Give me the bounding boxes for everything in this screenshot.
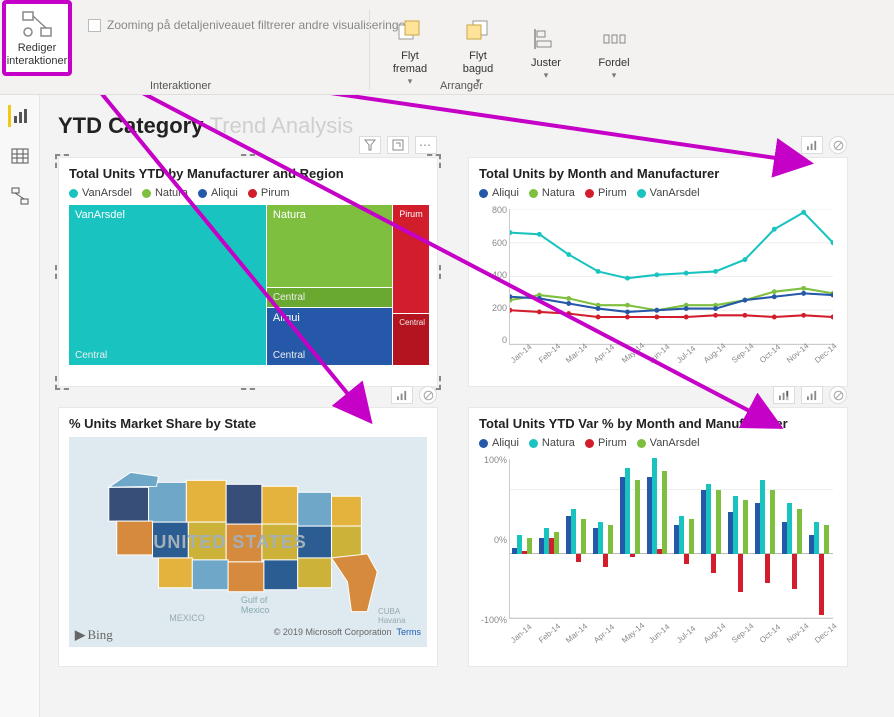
chevron-down-icon: ▾ [408, 76, 413, 87]
map-visual[interactable]: % Units Market Share by State [58, 407, 438, 667]
group-arrange-label: Arranger [440, 80, 483, 92]
barchart-title: Total Units YTD Var % by Month and Manuf… [479, 416, 837, 431]
treemap-cell-label: VanArsdel [75, 209, 260, 221]
barchart-plot [509, 459, 833, 619]
treemap-body[interactable]: VanArsdel Central Natura Central Aliqui [69, 205, 427, 365]
legend-item[interactable]: Pirum [585, 187, 627, 199]
treemap-cell-label: Pirum [399, 209, 423, 219]
interaction-controls [801, 136, 847, 154]
legend-item[interactable]: Natura [529, 437, 575, 449]
barchart-body[interactable]: 100% 0% -100% Jan-14Feb-14Mar-14Apr-14Ma… [479, 455, 837, 645]
highlight-interaction-icon[interactable] [773, 386, 795, 404]
legend-item[interactable]: Pirum [585, 437, 627, 449]
title-main: YTD Category [58, 113, 203, 138]
report-view-button[interactable] [8, 105, 32, 127]
title-sub: Trend Analysis [210, 113, 353, 138]
drill-filters-label: Zooming på detaljeniveauet filtrerer and… [107, 18, 409, 32]
interaction-controls [773, 386, 847, 404]
legend-item[interactable]: VanArsdel [69, 187, 132, 199]
send-backward-icon [465, 16, 491, 48]
group-interactions-label: Interaktioner [150, 80, 211, 92]
legend-item[interactable]: Aliqui [479, 437, 519, 449]
treemap-cell-sub: Central [399, 318, 423, 327]
linechart-visual[interactable]: Total Units by Month and Manufacturer Al… [468, 157, 848, 387]
barchart-legend: Aliqui Natura Pirum VanArsdel [479, 437, 837, 449]
treemap-legend: VanArsdel Natura Aliqui Pirum [69, 187, 427, 199]
bing-logo: Bing [88, 627, 113, 642]
treemap-visual[interactable]: ⋯ Total Units YTD by Manufacturer and Re… [58, 157, 438, 387]
map-cuba-label: CUBA Havana [378, 607, 406, 625]
visuals-grid: ⋯ Total Units YTD by Manufacturer and Re… [58, 157, 882, 667]
barchart-x-axis: Jan-14Feb-14Mar-14Apr-14May-14Jun-14Jul-… [509, 638, 833, 647]
none-interaction-icon[interactable] [829, 386, 847, 404]
align-icon [534, 23, 558, 55]
linechart-plot [509, 209, 833, 345]
linechart-y-axis: 8006004002000 [479, 205, 507, 345]
send-backward-button[interactable]: Flyt bagud ▾ [448, 8, 508, 89]
drill-filters-checkbox[interactable]: Zooming på detaljeniveauet filtrerer and… [88, 18, 409, 32]
interactions-icon [21, 8, 53, 40]
linechart-body[interactable]: 8006004002000 Jan-14Feb-14Mar-14Apr-14Ma… [479, 205, 837, 365]
treemap-cell-label: Aliqui [273, 312, 386, 324]
send-backward-label: Flyt bagud [463, 50, 494, 76]
barchart-visual[interactable]: Total Units YTD Var % by Month and Manuf… [468, 407, 848, 667]
treemap-cell-sub: Central [273, 292, 386, 303]
page-title: YTD Category Trend Analysis [58, 105, 882, 157]
visual-header: ⋯ [359, 136, 437, 154]
legend-item[interactable]: Pirum [248, 187, 290, 199]
model-view-button[interactable] [8, 185, 32, 207]
legend-item[interactable]: Natura [142, 187, 188, 199]
barchart-y-axis: 100% 0% -100% [479, 455, 507, 625]
more-options-icon[interactable]: ⋯ [415, 136, 437, 154]
map-footer: ▶ Bing © 2019 Microsoft Corporation Term… [75, 627, 421, 643]
distribute-button[interactable]: Fordel ▾ [584, 8, 644, 89]
map-gulf-label: Gulf of Mexico [241, 595, 270, 615]
linechart-title: Total Units by Month and Manufacturer [479, 166, 837, 181]
map-copyright: © 2019 Microsoft Corporation [274, 627, 392, 637]
data-view-button[interactable] [8, 145, 32, 167]
treemap-cell-label: Natura [273, 209, 386, 221]
align-label: Juster [531, 57, 561, 70]
filter-interaction-icon[interactable] [801, 386, 823, 404]
distribute-label: Fordel [598, 57, 629, 70]
legend-item[interactable]: Aliqui [479, 187, 519, 199]
edit-interactions-button[interactable]: Rediger interaktioner [2, 0, 72, 76]
filter-interaction-icon[interactable] [801, 136, 823, 154]
bring-forward-icon [397, 16, 423, 48]
treemap-cell-sub: Central [273, 350, 386, 361]
side-rail [0, 95, 40, 717]
treemap-cell-sub: Central [75, 350, 260, 361]
ribbon: Rediger interaktioner Zooming på detalje… [0, 0, 894, 95]
linechart-x-axis: Jan-14Feb-14Mar-14Apr-14May-14Jun-14Jul-… [509, 358, 833, 367]
focus-icon[interactable] [387, 136, 409, 154]
distribute-icon [602, 23, 626, 55]
bring-forward-button[interactable]: Flyt fremad ▾ [380, 8, 440, 89]
bring-forward-label: Flyt fremad [393, 50, 427, 76]
checkbox-icon [88, 19, 101, 32]
workspace: YTD Category Trend Analysis ⋯ Total Unit… [0, 95, 894, 717]
none-interaction-icon[interactable] [419, 386, 437, 404]
report-canvas[interactable]: YTD Category Trend Analysis ⋯ Total Unit… [40, 95, 894, 717]
chevron-down-icon: ▾ [612, 70, 617, 81]
ribbon-divider [369, 10, 370, 90]
treemap-title: Total Units YTD by Manufacturer and Regi… [69, 166, 427, 181]
map-body[interactable]: UNITED STATES Gulf of Mexico MEXICO CUBA… [69, 437, 427, 647]
map-terms-link[interactable]: Terms [397, 627, 422, 637]
legend-item[interactable]: VanArsdel [637, 437, 700, 449]
legend-item[interactable]: VanArsdel [637, 187, 700, 199]
linechart-legend: Aliqui Natura Pirum VanArsdel [479, 187, 837, 199]
legend-item[interactable]: Natura [529, 187, 575, 199]
edit-interactions-label: Rediger interaktioner [7, 42, 68, 68]
filter-interaction-icon[interactable] [391, 386, 413, 404]
chevron-down-icon: ▾ [544, 70, 549, 81]
align-button[interactable]: Juster ▾ [516, 8, 576, 89]
legend-item[interactable]: Aliqui [198, 187, 238, 199]
interaction-controls [391, 386, 437, 404]
none-interaction-icon[interactable] [829, 136, 847, 154]
map-label: UNITED STATES [153, 532, 306, 553]
map-title: % Units Market Share by State [69, 416, 427, 431]
filter-icon[interactable] [359, 136, 381, 154]
map-mexico-label: MEXICO [169, 613, 205, 623]
